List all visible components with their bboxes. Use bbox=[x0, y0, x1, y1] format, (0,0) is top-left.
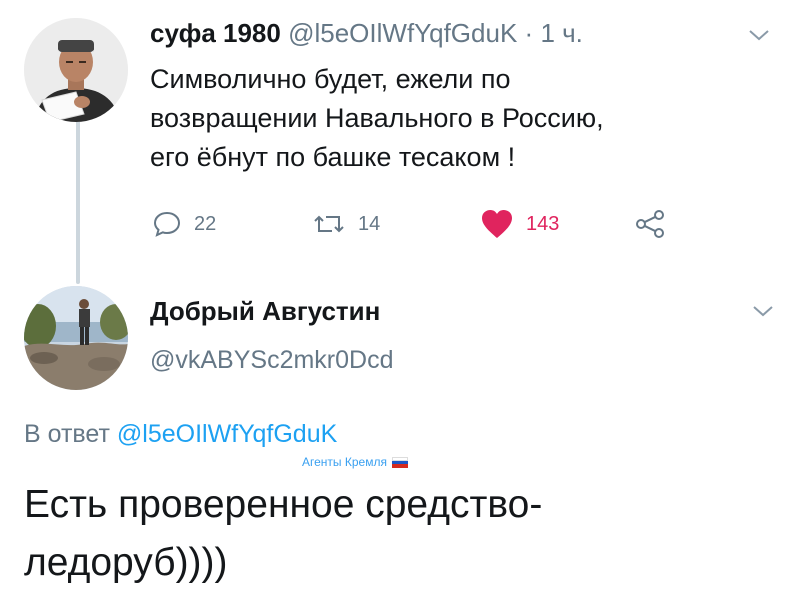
tweet1-text: Символично будет, ежели по возвращении Н… bbox=[150, 60, 750, 177]
share-button[interactable] bbox=[634, 204, 678, 244]
chevron-down-icon[interactable] bbox=[748, 28, 770, 42]
reply-mention-link[interactable]: @l5eOIlWfYqfGduK bbox=[117, 420, 337, 448]
tweet1-action-bar: 22 14 143 bbox=[150, 204, 710, 244]
reply-prefix: В ответ bbox=[24, 420, 110, 448]
tweet1-timestamp[interactable]: 1 ч. bbox=[540, 18, 582, 48]
share-icon bbox=[636, 210, 664, 238]
like-button[interactable]: 143 bbox=[480, 204, 559, 244]
tweet1-separator: · bbox=[524, 18, 534, 48]
tweet1-author-handle[interactable]: @l5eOIlWfYqfGduK bbox=[288, 18, 517, 48]
retweet-count: 14 bbox=[358, 212, 381, 235]
heart-icon bbox=[482, 210, 512, 238]
tweet2-author-name[interactable]: Добрый Августин bbox=[150, 296, 380, 327]
avatar-tweet2[interactable] bbox=[24, 286, 128, 390]
reply-count: 22 bbox=[194, 212, 217, 235]
retweet-icon bbox=[314, 215, 344, 233]
tweet2-text: Есть проверенное средство- ледоруб)))) bbox=[24, 476, 542, 592]
chevron-down-icon[interactable] bbox=[752, 304, 774, 318]
tweet1-text-line: возвращении Навального в Россию, bbox=[150, 103, 604, 133]
russian-flag-icon bbox=[391, 457, 408, 468]
watermark-text: Агенты Кремля bbox=[302, 455, 387, 469]
thread-connector-line bbox=[76, 118, 80, 284]
tweet2-text-line: ледоруб)))) bbox=[24, 541, 228, 584]
reply-icon bbox=[153, 211, 181, 237]
reply-button[interactable]: 22 bbox=[152, 204, 216, 244]
reply-context: В ответ @l5eOIlWfYqfGduK bbox=[24, 420, 337, 449]
avatar-tweet1[interactable] bbox=[24, 18, 128, 122]
retweet-button[interactable]: 14 bbox=[312, 204, 380, 244]
tweet1-text-line: его ёбнут по башке тесаком ! bbox=[150, 142, 516, 172]
tweet1-header: суфа 1980 @l5eOIlWfYqfGduK · 1 ч. bbox=[150, 18, 583, 49]
tweet2-text-line: Есть проверенное средство- bbox=[24, 483, 543, 526]
like-count: 143 bbox=[526, 212, 560, 235]
tweet2-author-handle[interactable]: @vkABYSc2mkr0Dcd bbox=[150, 346, 394, 375]
tweet1-author-name[interactable]: суфа 1980 bbox=[150, 18, 281, 48]
tweet1-text-line: Символично будет, ежели по bbox=[150, 64, 511, 94]
watermark: Агенты Кремля bbox=[302, 455, 408, 469]
